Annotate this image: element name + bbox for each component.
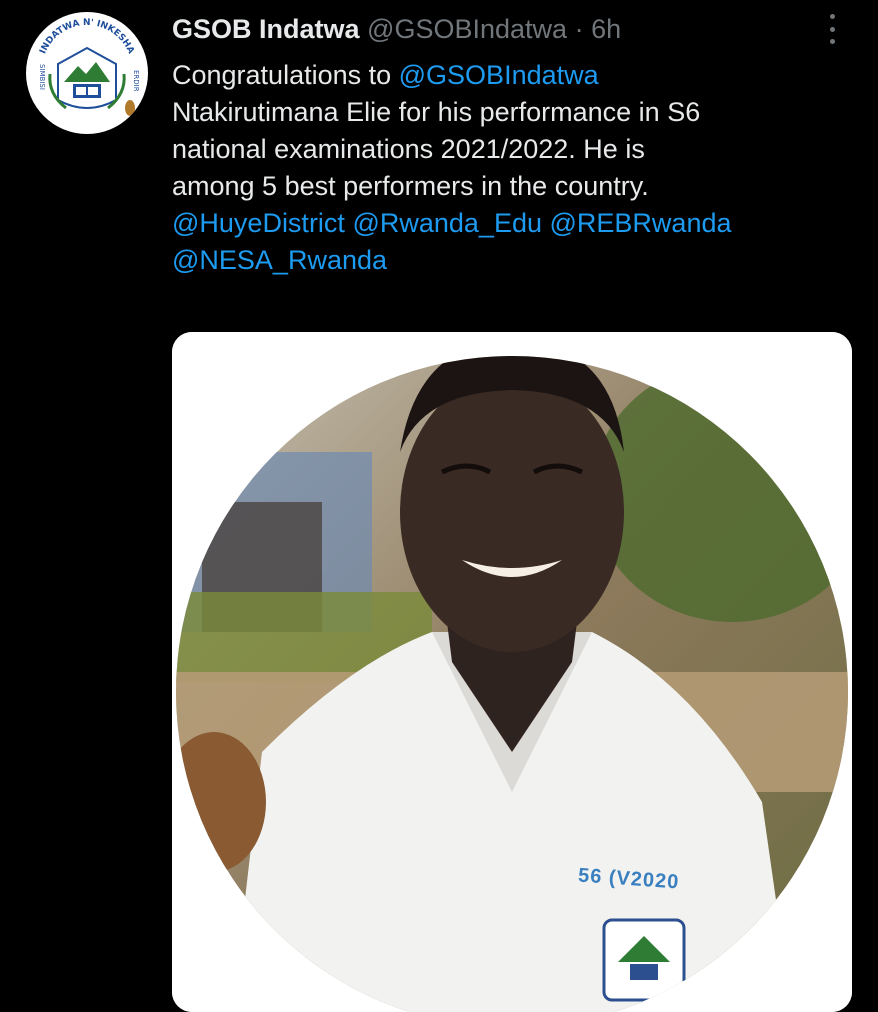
mention-link[interactable]: @HuyeDistrict [172, 208, 345, 238]
author-avatar[interactable]: INDATWA N' INKESHA SIMBISI ERDIR [26, 12, 148, 134]
tweet-text-line: @HuyeDistrict @Rwanda_Edu @REBRwanda [172, 205, 862, 242]
mention-link[interactable]: @REBRwanda [550, 208, 732, 238]
tweet-photo[interactable] [172, 332, 852, 1012]
tweet-text-line: Ntakirutimana Elie for his performance i… [172, 94, 862, 131]
tweet-header: GSOB Indatwa @GSOBIndatwa · 6h [172, 12, 621, 46]
mention-link[interactable]: @GSOBIndatwa [399, 60, 599, 90]
mention-link[interactable]: @Rwanda_Edu [352, 208, 542, 238]
author-name[interactable]: GSOB Indatwa [172, 14, 360, 44]
more-dot [829, 26, 835, 32]
mention-link[interactable]: @NESA_Rwanda [172, 245, 387, 275]
student-portrait [172, 332, 852, 1012]
school-logo-icon: INDATWA N' INKESHA SIMBISI ERDIR [27, 13, 147, 133]
separator-dot: · [574, 14, 584, 44]
logo-right-text: ERDIR [132, 70, 140, 92]
tweet-text-segment: Ntakirutimana Elie for his performance i… [172, 97, 701, 127]
tweet-text-segment: among 5 best performers in the country. [172, 171, 649, 201]
tweet-text-segment [542, 208, 550, 238]
tweet-text-segment: national examinations 2021/2022. He is [172, 134, 645, 164]
tweet-text-line: national examinations 2021/2022. He is [172, 131, 862, 168]
logo-left-text: SIMBISI [38, 64, 46, 90]
tweet-timestamp[interactable]: 6h [591, 14, 621, 44]
more-dot [829, 39, 835, 44]
tweet-text-line: @NESA_Rwanda [172, 242, 862, 279]
tweet-text-segment: Congratulations to [172, 60, 399, 90]
more-dot [829, 14, 835, 19]
author-handle[interactable]: @GSOBIndatwa [367, 14, 567, 44]
tweet-text-line: among 5 best performers in the country. [172, 168, 862, 205]
tweet-text-line: Congratulations to @GSOBIndatwa [172, 57, 862, 94]
tweet-text: Congratulations to @GSOBIndatwa Ntakiruti… [172, 57, 862, 279]
more-options-icon[interactable] [822, 14, 842, 44]
